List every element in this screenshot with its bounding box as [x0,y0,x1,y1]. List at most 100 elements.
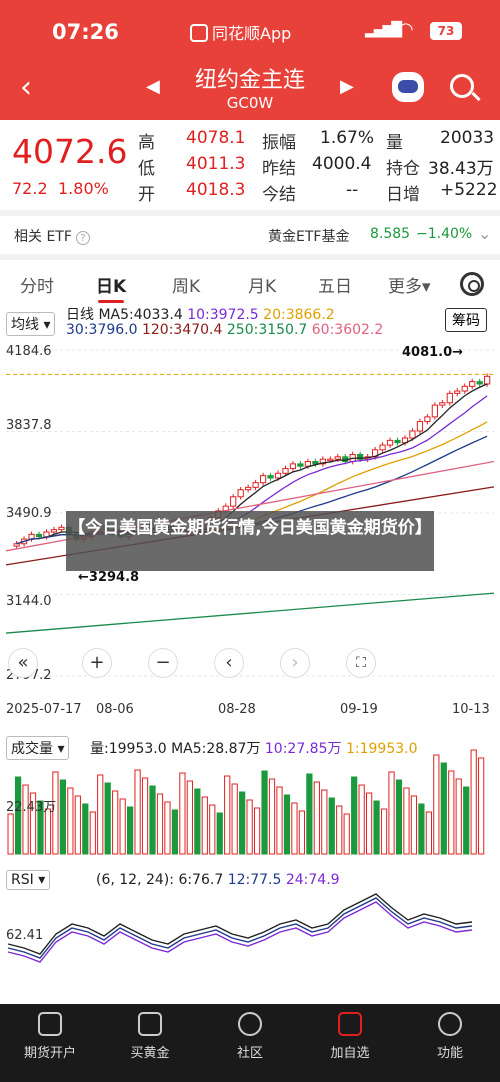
volume-bar [351,776,358,855]
volume-panel[interactable]: 成交量 ▾ 量:19953.0 MA5:28.87万 10:27.85万 1:1… [0,728,500,858]
volume-bar [134,769,141,855]
volume-bar [74,795,81,855]
nav-open-account[interactable]: 期货开户 [10,1012,90,1061]
candle [259,475,267,484]
scroll-left-icon[interactable]: ‹ [214,648,244,678]
status-time: 07:26 [52,20,119,44]
high-label: 高 [138,133,155,153]
rsi12-line [7,897,473,959]
nav-functions-label: 功能 [436,1046,463,1061]
nav-buy-gold[interactable]: 买黄金 [110,1012,190,1061]
news-overlay-banner[interactable]: 【今日美国黄金期货行情,今日美国黄金期货价】 [66,511,434,571]
volume-bar [82,803,89,855]
candle [304,461,312,467]
low-value: 4011.3 [186,154,246,174]
candle [409,430,416,439]
volume-bar [373,800,380,855]
volume-bar [358,784,365,855]
volume-bar [89,811,96,855]
volume-bar [261,770,268,855]
volume-bar [67,787,74,855]
ma250-line [5,592,495,634]
fullscreen-icon[interactable]: ⛶ [346,648,376,678]
search-icon[interactable] [450,74,474,98]
rsi-select[interactable]: RSI ▾ [6,870,51,890]
volume-bar [410,795,418,855]
nav-add-watchlist[interactable]: 加自选 [310,1012,390,1061]
volume-bar [127,806,134,855]
volume-bar [403,787,410,855]
candle [312,461,319,465]
volume-select[interactable]: 成交量 ▾ [6,736,70,760]
ma-select[interactable]: 均线 ▾ [6,312,56,336]
open-interest-label: 持仓 [386,159,420,179]
nav-open-account-label: 期货开户 [23,1046,76,1061]
bottom-nav: 期货开户 买黄金 社区 加自选 功能 [0,1004,500,1082]
nav-functions[interactable]: 功能 [410,1012,490,1061]
page-title: 纽约金主连 [194,68,305,93]
amp-value: 1.67% [320,128,375,148]
help-icon[interactable]: ? [75,231,90,245]
ma10-value: 10:3972.5 [187,307,259,323]
tab-more[interactable]: 更多▾ [388,272,431,297]
volume-bar [321,789,328,855]
tab-weekly-k[interactable]: 周K [172,272,200,297]
tab-intraday[interactable]: 分时 [20,272,54,297]
volume-bar [328,797,335,855]
low-annotation: ←3294.8 [78,570,140,585]
zoom-in-icon[interactable]: + [82,648,112,678]
volume-bar [194,788,201,855]
rsi-params: (6, 12, 24): [96,872,174,888]
volume-bar [388,771,395,855]
zoom-out-icon[interactable]: − [148,648,178,678]
open-value: 4018.3 [186,180,246,200]
candle [245,486,252,491]
volume-bar [478,757,485,855]
volume-bar [463,786,470,855]
signal-icon: ▂▄▆█ [365,22,402,38]
collapse-icon[interactable]: « [8,648,38,678]
nav-community[interactable]: 社区 [210,1012,290,1061]
ma-line-2: 30:3796.0 120:3470.4 250:3150.7 60:3602.… [66,322,383,338]
chip-distribution-button[interactable]: 筹码 [445,308,487,332]
volume-bar [141,777,149,855]
tab-monthly-k[interactable]: 月K [248,272,276,297]
rsi-panel[interactable]: RSI ▾ (6, 12, 24): 6:76.7 12:77.5 24:74.… [0,864,500,1004]
chevron-down-icon[interactable]: ⌄ [478,224,491,243]
gear-icon[interactable] [460,272,484,296]
x-tick-2: 08-06 [96,702,134,717]
volume-bar [343,813,350,855]
tab-five-day[interactable]: 五日 [318,272,352,297]
volume-ma10: 10:27.85万 [264,741,342,757]
volume-bar [224,775,231,855]
prev-settle-label: 昨结 [262,159,296,179]
volume-bar [298,810,306,855]
assistant-robot-icon[interactable] [392,72,424,102]
rsi-12: 12:77.5 [227,872,282,888]
volume-bar [366,792,373,855]
tab-daily-k[interactable]: 日K [96,272,126,297]
volume-bar [268,778,276,855]
y-tick-3: 3490.9 [6,506,52,521]
volume-bar [276,786,283,855]
price-change-pct: 1.80% [58,179,109,198]
back-icon[interactable]: ‹ [20,70,32,105]
candle [461,385,468,392]
ma-line-1: 日线 MA5:4033.4 10:3972.5 20:3866.2 [66,304,335,324]
volume-bar [433,754,440,855]
volume-value: 20033 [440,128,495,148]
candle [50,529,58,533]
volume-bar [14,776,22,855]
related-etf-bar[interactable]: 相关 ETF? 黄金ETF基金 8.585 −1.40% ⌄ [0,210,500,254]
volume-ma1: 1:19953.0 [345,741,418,757]
candle [386,439,394,446]
candle [230,496,237,507]
scroll-right-icon[interactable]: › [280,648,310,678]
next-contract-icon[interactable]: ▶ [340,76,354,97]
wifi-icon: ◠ [398,19,414,40]
volume-bar [239,791,246,855]
settle-value: -- [346,180,359,200]
candle [267,475,274,479]
prev-contract-icon[interactable]: ◀ [146,76,160,97]
volume-bar [283,794,291,855]
